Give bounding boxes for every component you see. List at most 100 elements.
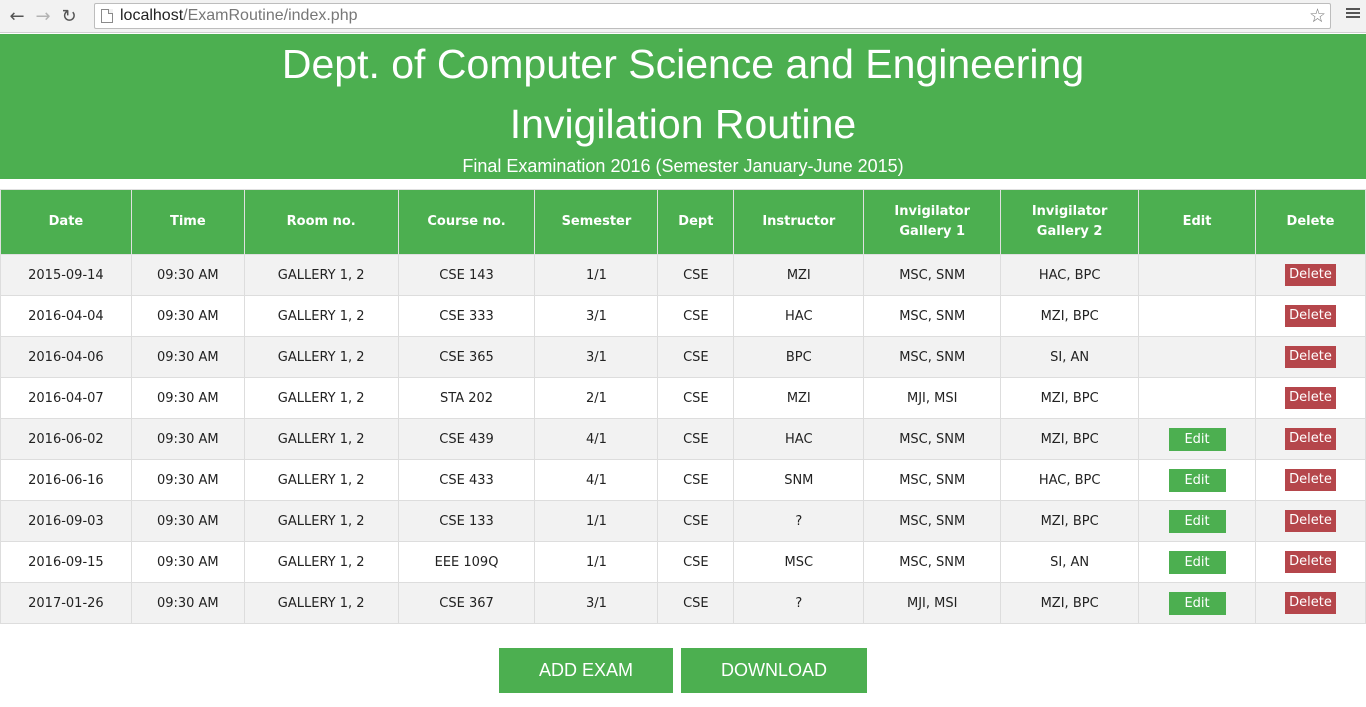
cell-dept: CSE: [657, 336, 735, 378]
actions-bar: ADD EXAM DOWNLOAD: [0, 648, 1366, 693]
reload-button[interactable]: ↻: [56, 3, 82, 29]
cell-dept: CSE: [657, 295, 735, 337]
delete-button[interactable]: Delete: [1284, 428, 1336, 450]
cell-date: 2016-06-16: [0, 459, 132, 501]
cell-semester: 3/1: [534, 295, 659, 337]
edit-button[interactable]: Edit: [1168, 427, 1226, 451]
delete-button[interactable]: Delete: [1284, 551, 1336, 573]
cell-edit: Edit: [1138, 500, 1256, 542]
cell-delete: Delete: [1254, 459, 1366, 501]
cell-delete: Delete: [1254, 295, 1366, 337]
delete-button[interactable]: Delete: [1284, 387, 1336, 409]
cell-instructor: ?: [733, 500, 865, 542]
cell-room: GALLERY 1, 2: [243, 459, 399, 501]
edit-button[interactable]: Edit: [1168, 468, 1226, 492]
cell-delete: Delete: [1254, 418, 1366, 460]
cell-dept: CSE: [657, 541, 735, 583]
cell-room: GALLERY 1, 2: [243, 377, 399, 419]
header-instructor: Instructor: [733, 189, 865, 255]
cell-edit: Edit: [1138, 418, 1256, 460]
cell-time: 09:30 AM: [130, 418, 245, 460]
cell-invigilator-gallery-2: SI, AN: [1000, 336, 1140, 378]
cell-invigilator-gallery-1: MJI, MSI: [863, 582, 1002, 624]
header-room: Room no.: [243, 189, 399, 255]
delete-button[interactable]: Delete: [1284, 264, 1336, 286]
cell-room: GALLERY 1, 2: [243, 295, 399, 337]
cell-edit: [1138, 295, 1256, 337]
cell-invigilator-gallery-2: HAC, BPC: [1000, 254, 1140, 296]
page-icon: [101, 9, 113, 23]
url-host: localhost: [120, 7, 184, 24]
cell-delete: Delete: [1254, 254, 1366, 296]
cell-edit: Edit: [1138, 541, 1256, 583]
add-exam-button[interactable]: ADD EXAM: [499, 648, 673, 693]
delete-button[interactable]: Delete: [1284, 305, 1336, 327]
delete-button[interactable]: Delete: [1284, 346, 1336, 368]
url-text[interactable]: localhost/ExamRoutine/index.php: [120, 7, 357, 25]
cell-time: 09:30 AM: [130, 336, 245, 378]
table-row: 2016-04-04 09:30 AM GALLERY 1, 2 CSE 333 3/1…: [0, 295, 1366, 337]
cell-invigilator-gallery-1: MSC, SNM: [863, 500, 1002, 542]
cell-date: 2016-04-06: [0, 336, 132, 378]
cell-time: 09:30 AM: [130, 459, 245, 501]
arrow-right-icon: →: [35, 5, 51, 27]
cell-course: CSE 365: [397, 336, 536, 378]
header-invigilator-gallery-1: Invigilator Gallery 1: [863, 189, 1002, 255]
table-header-row: Date Time Room no. Course no. Semester D…: [0, 189, 1366, 255]
cell-room: GALLERY 1, 2: [243, 500, 399, 542]
cell-dept: CSE: [657, 582, 735, 624]
cell-semester: 4/1: [534, 459, 659, 501]
browser-menu-icon[interactable]: [1346, 6, 1360, 20]
page-title: Invigilation Routine: [509, 101, 857, 147]
cell-invigilator-gallery-2: MZI, BPC: [1000, 418, 1140, 460]
cell-invigilator-gallery-2: MZI, BPC: [1000, 295, 1140, 337]
edit-button[interactable]: Edit: [1168, 509, 1226, 533]
arrow-left-icon: ←: [9, 5, 25, 27]
cell-date: 2016-06-02: [0, 418, 132, 460]
cell-course: EEE 109Q: [397, 541, 536, 583]
header-dept: Dept: [657, 189, 735, 255]
page-subtitle: Final Examination 2016 (Semester January…: [462, 156, 904, 176]
cell-time: 09:30 AM: [130, 500, 245, 542]
cell-delete: Delete: [1254, 582, 1366, 624]
delete-button[interactable]: Delete: [1284, 510, 1336, 532]
edit-button[interactable]: Edit: [1168, 550, 1226, 574]
cell-date: 2016-09-03: [0, 500, 132, 542]
cell-time: 09:30 AM: [130, 295, 245, 337]
download-button[interactable]: DOWNLOAD: [681, 648, 867, 693]
cell-invigilator-gallery-2: MZI, BPC: [1000, 500, 1140, 542]
cell-date: 2016-04-07: [0, 377, 132, 419]
cell-course: CSE 333: [397, 295, 536, 337]
back-button[interactable]: ←: [4, 3, 30, 29]
cell-invigilator-gallery-2: HAC, BPC: [1000, 459, 1140, 501]
cell-edit: Edit: [1138, 459, 1256, 501]
address-bar[interactable]: localhost/ExamRoutine/index.php ☆: [94, 3, 1331, 29]
cell-course: CSE 367: [397, 582, 536, 624]
bookmark-star-icon[interactable]: ☆: [1309, 5, 1326, 27]
forward-button[interactable]: →: [30, 3, 56, 29]
cell-course: CSE 439: [397, 418, 536, 460]
cell-edit: [1138, 254, 1256, 296]
cell-instructor: ?: [733, 582, 865, 624]
table-row: 2016-06-16 09:30 AM GALLERY 1, 2 CSE 433 4/1…: [0, 459, 1366, 501]
table-row: 2016-04-06 09:30 AM GALLERY 1, 2 CSE 365 3/1…: [0, 336, 1366, 378]
delete-button[interactable]: Delete: [1284, 592, 1336, 614]
header-course: Course no.: [397, 189, 536, 255]
delete-button[interactable]: Delete: [1284, 469, 1336, 491]
cell-invigilator-gallery-1: MSC, SNM: [863, 418, 1002, 460]
cell-delete: Delete: [1254, 336, 1366, 378]
table-row: 2017-01-26 09:30 AM GALLERY 1, 2 CSE 367 3/1…: [0, 582, 1366, 624]
cell-invigilator-gallery-2: MZI, BPC: [1000, 582, 1140, 624]
cell-semester: 3/1: [534, 336, 659, 378]
table-row: 2016-09-03 09:30 AM GALLERY 1, 2 CSE 133 1/1…: [0, 500, 1366, 542]
cell-time: 09:30 AM: [130, 582, 245, 624]
table-row: 2015-09-14 09:30 AM GALLERY 1, 2 CSE 143 1/1…: [0, 254, 1366, 296]
header-invigilator-gallery-2: Invigilator Gallery 2: [1000, 189, 1140, 255]
table-row: 2016-04-07 09:30 AM GALLERY 1, 2 STA 202 2/1…: [0, 377, 1366, 419]
cell-course: STA 202: [397, 377, 536, 419]
cell-room: GALLERY 1, 2: [243, 336, 399, 378]
cell-delete: Delete: [1254, 377, 1366, 419]
cell-semester: 2/1: [534, 377, 659, 419]
edit-button[interactable]: Edit: [1168, 591, 1226, 615]
cell-dept: CSE: [657, 418, 735, 460]
